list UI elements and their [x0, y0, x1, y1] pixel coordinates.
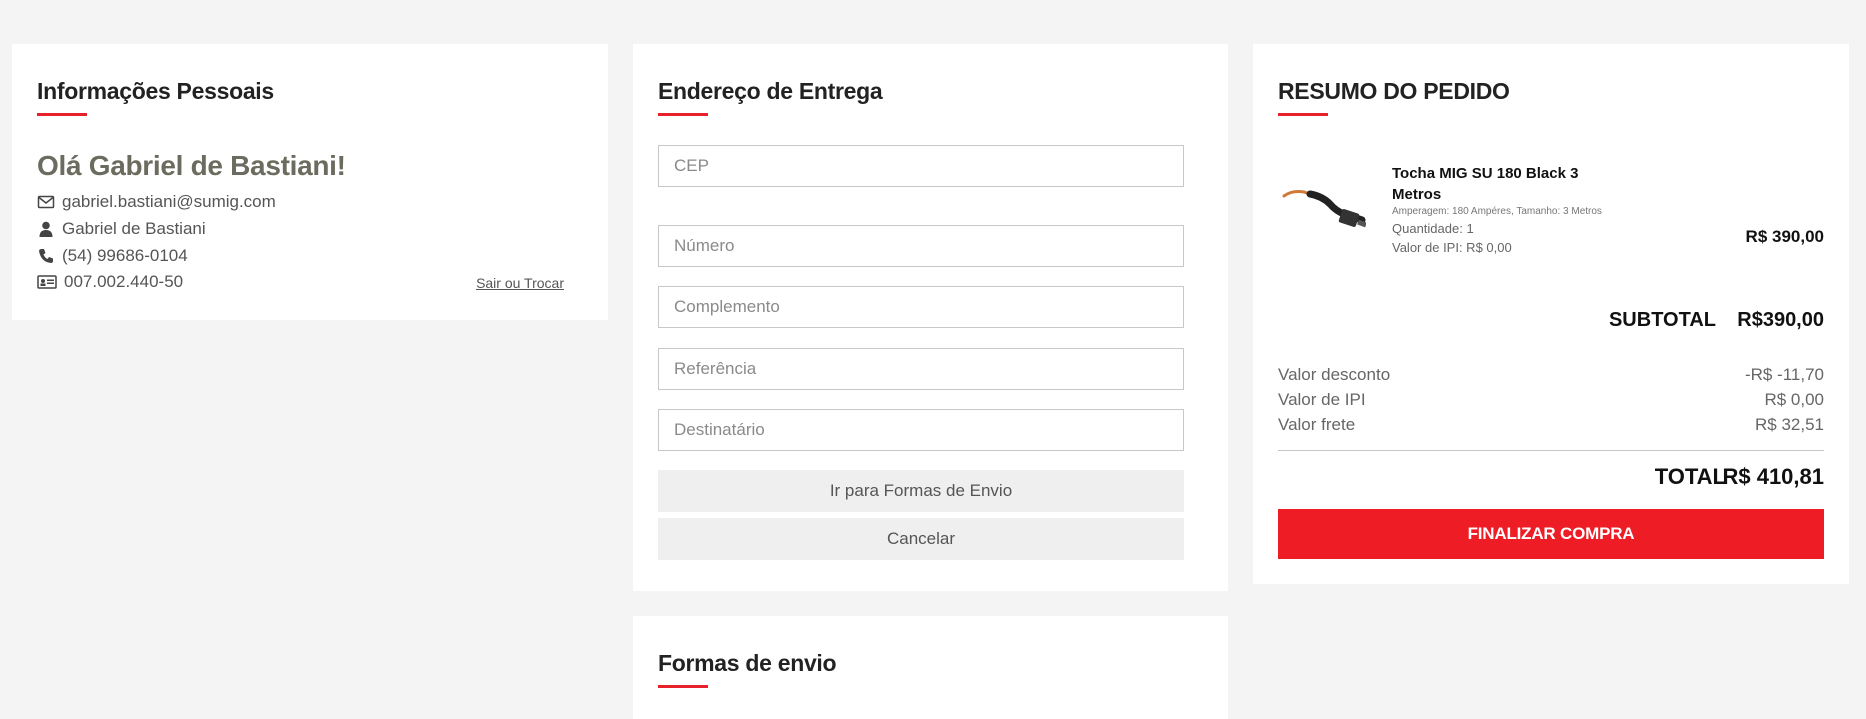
id-card-icon	[37, 275, 57, 289]
document-text: 007.002.440-50	[64, 272, 184, 291]
reference-input[interactable]	[658, 348, 1184, 390]
product-price: R$ 390,00	[1745, 227, 1824, 246]
mig-torch-image	[1282, 190, 1366, 228]
email-line: gabriel.bastiani@sumig.com	[37, 192, 276, 212]
title-underline	[1278, 113, 1328, 116]
name-text: Gabriel de Bastiani	[62, 219, 206, 238]
total-label: TOTAL	[1654, 464, 1726, 489]
phone-line: (54) 99686-0104	[37, 246, 188, 266]
personal-info-card: Informações Pessoais Olá Gabriel de Bast…	[12, 44, 608, 320]
freight-label: Valor frete	[1278, 415, 1356, 434]
total-value: R$ 410,81	[1722, 464, 1824, 489]
order-summary-title: RESUMO DO PEDIDO	[1278, 78, 1510, 104]
freight-value: R$ 32,51	[1755, 415, 1824, 434]
cancel-button[interactable]: Cancelar	[658, 518, 1184, 560]
discount-label: Valor desconto	[1278, 365, 1391, 384]
phone-icon	[39, 249, 53, 263]
order-summary-card: RESUMO DO PEDIDO Tocha MIG SU 180 Black …	[1253, 44, 1849, 584]
subtotal-label: SUBTOTAL	[1608, 309, 1716, 331]
name-line: Gabriel de Bastiani	[37, 219, 206, 239]
logout-link[interactable]: Sair ou Trocar	[476, 275, 564, 291]
title-underline	[658, 685, 708, 688]
ipi-label: Valor de IPI	[1278, 390, 1366, 409]
title-underline	[658, 113, 708, 116]
phone-text: (54) 99686-0104	[62, 246, 188, 265]
subtotal-value: R$390,00	[1737, 309, 1824, 331]
complement-input[interactable]	[658, 286, 1184, 328]
go-to-shipping-button[interactable]: Ir para Formas de Envio	[658, 470, 1184, 512]
delivery-address-title: Endereço de Entrega	[658, 78, 883, 104]
recipient-input[interactable]	[658, 409, 1184, 451]
user-icon	[39, 221, 53, 237]
freight-row: Valor frete R$ 32,51	[1278, 415, 1824, 435]
product-ipi: Valor de IPI: R$ 0,00	[1392, 240, 1512, 255]
greeting-text: Olá Gabriel de Bastiani!	[37, 150, 346, 181]
product-name: Tocha MIG SU 180 Black 3 Metros	[1392, 165, 1579, 203]
summary-divider	[1278, 450, 1824, 451]
product-quantity: Quantidade: 1	[1392, 221, 1474, 236]
envelope-icon	[37, 195, 55, 209]
delivery-address-card: Endereço de Entrega Ir para Formas de En…	[633, 44, 1228, 591]
cep-input[interactable]	[658, 145, 1184, 187]
personal-info-title: Informações Pessoais	[37, 78, 274, 104]
ipi-row: Valor de IPI R$ 0,00	[1278, 390, 1824, 410]
discount-row: Valor desconto -R$ -11,70	[1278, 365, 1824, 385]
product-spec: Amperagem: 180 Ampéres, Tamanho: 3 Metro…	[1392, 206, 1602, 217]
ipi-value: R$ 0,00	[1764, 390, 1824, 409]
number-input[interactable]	[658, 225, 1184, 267]
title-underline	[37, 113, 87, 116]
email-text: gabriel.bastiani@sumig.com	[62, 192, 276, 211]
document-line: 007.002.440-50	[37, 272, 183, 292]
shipping-methods-title: Formas de envio	[658, 650, 837, 676]
finalize-purchase-button[interactable]: FINALIZAR COMPRA	[1278, 509, 1824, 559]
discount-value: -R$ -11,70	[1744, 365, 1824, 384]
shipping-methods-card: Formas de envio	[633, 616, 1228, 719]
